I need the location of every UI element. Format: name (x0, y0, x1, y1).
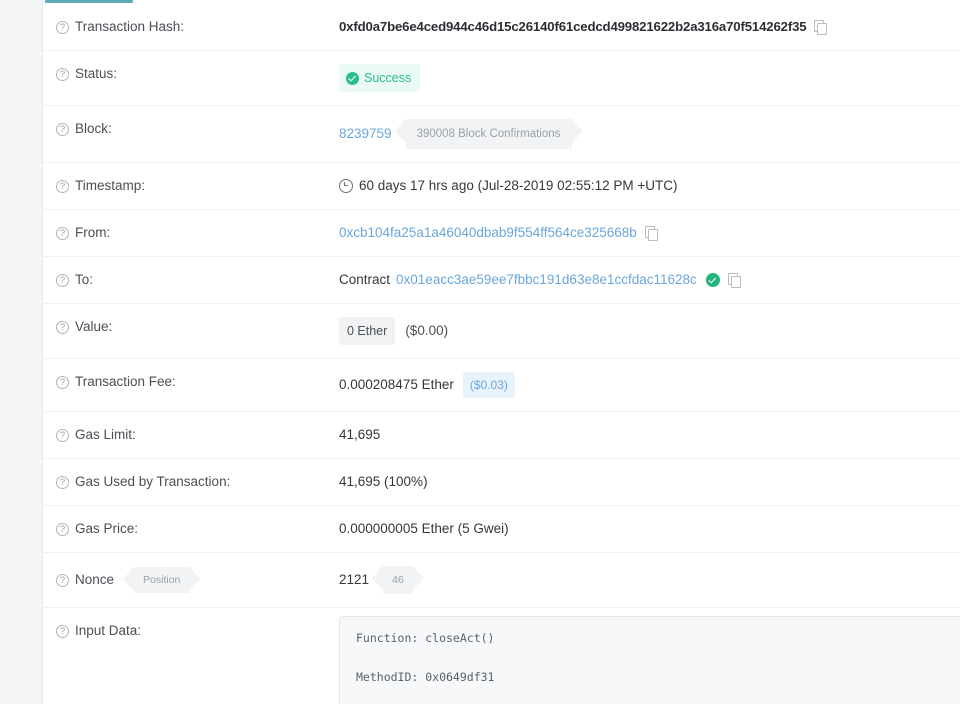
label-text: Nonce (75, 572, 115, 587)
contract-address-link[interactable]: 0x01eacc3ae59ee7fbbc191d63e8e1ccfdac1162… (396, 270, 697, 290)
label-text: Gas Used by Transaction: (75, 474, 231, 489)
value-block: 8239759 390008 Block Confirmations (339, 106, 960, 162)
value-transaction-hash: 0xfd0a7be6e4ced944c46d15c26140f61cedcd49… (339, 4, 960, 50)
label-transaction-hash: ? Transaction Hash: (43, 4, 339, 50)
label-status: ? Status: (43, 51, 339, 97)
ether-amount-badge: 0 Ether (339, 317, 396, 345)
label-text: Gas Limit: (75, 427, 136, 442)
label-block: ? Block: (43, 106, 339, 152)
label-gas-used: ? Gas Used by Transaction: (43, 459, 339, 505)
label-gas-price: ? Gas Price: (43, 506, 339, 552)
row-gas-limit: ? Gas Limit: 41,695 (43, 412, 960, 459)
transaction-details-card: ? Transaction Hash: 0xfd0a7be6e4ced944c4… (42, 0, 960, 704)
value-timestamp: 60 days 17 hrs ago (Jul-28-2019 02:55:12… (339, 163, 960, 209)
fee-amount-text: 0.000208475 Ether (339, 377, 454, 392)
transaction-hash-value: 0xfd0a7be6e4ced944c46d15c26140f61cedcd49… (339, 19, 807, 34)
position-label-badge: Position (122, 567, 201, 593)
contract-label: Contract (339, 272, 391, 287)
row-transaction-fee: ? Transaction Fee: 0.000208475 Ether ($0… (43, 359, 960, 412)
label-from: ? From: (43, 210, 339, 256)
value-amount: 0 Ether ($0.00) (339, 304, 960, 358)
help-icon[interactable]: ? (56, 226, 69, 240)
help-icon[interactable]: ? (56, 67, 69, 81)
input-data-function-line: Function: closeAct() (356, 631, 495, 645)
usd-value-text: ($0.00) (405, 323, 449, 338)
input-data-methodid-line: MethodID: 0x0649df31 (356, 670, 495, 684)
help-icon[interactable]: ? (56, 522, 69, 536)
label-text: Block: (75, 121, 112, 136)
label-value: ? Value: (43, 304, 339, 350)
row-to: ? To: Contract 0x01eacc3ae59ee7fbbc191d6… (43, 257, 960, 304)
copy-icon[interactable] (644, 226, 658, 241)
value-from: 0xcb104fa25a1a46040dbab9f554ff564ce32566… (339, 210, 960, 256)
block-number-link[interactable]: 8239759 (339, 124, 392, 144)
label-text: To: (75, 272, 94, 287)
nonce-value-text: 2121 (339, 572, 370, 587)
help-icon[interactable]: ? (56, 320, 69, 334)
row-input-data: ? Input Data: Function: closeAct() Metho… (43, 608, 960, 704)
label-to: ? To: (43, 257, 339, 303)
label-text: From: (75, 225, 111, 240)
input-data-spacer (356, 645, 946, 670)
help-icon[interactable]: ? (56, 573, 69, 587)
from-address-link[interactable]: 0xcb104fa25a1a46040dbab9f554ff564ce32566… (339, 223, 637, 243)
value-gas-used: 41,695 (100%) (339, 474, 428, 489)
timestamp-text: 60 days 17 hrs ago (Jul-28-2019 02:55:12… (359, 178, 678, 193)
details-row-list: ? Transaction Hash: 0xfd0a7be6e4ced944c4… (43, 4, 960, 704)
copy-icon[interactable] (814, 20, 828, 35)
label-text: Input Data: (75, 623, 142, 638)
label-timestamp: ? Timestamp: (43, 163, 339, 209)
value-gas-price: 0.000000005 Ether (5 Gwei) (339, 521, 509, 536)
label-text: Transaction Hash: (75, 19, 185, 34)
label-text: Transaction Fee: (75, 374, 176, 389)
row-nonce: ? Nonce Position 2121 46 (43, 553, 960, 608)
value-to: Contract 0x01eacc3ae59ee7fbbc191d63e8e1c… (339, 257, 960, 303)
verified-contract-icon (705, 273, 720, 287)
input-data-textarea[interactable]: Function: closeAct() MethodID: 0x0649df3… (339, 616, 960, 704)
help-icon[interactable]: ? (56, 20, 69, 34)
help-icon[interactable]: ? (56, 375, 69, 389)
label-gas-limit: ? Gas Limit: (43, 412, 339, 458)
value-status: Success (339, 51, 960, 105)
help-icon[interactable]: ? (56, 428, 69, 442)
position-value-badge: 46 (372, 566, 424, 594)
row-transaction-hash: ? Transaction Hash: 0xfd0a7be6e4ced944c4… (43, 4, 960, 51)
row-gas-price: ? Gas Price: 0.000000005 Ether (5 Gwei) (43, 506, 960, 553)
help-icon[interactable]: ? (56, 122, 69, 136)
value-input-data: Function: closeAct() MethodID: 0x0649df3… (339, 608, 960, 704)
value-transaction-fee: 0.000208475 Ether ($0.03) (339, 359, 960, 411)
check-circle-icon (346, 71, 359, 85)
row-from: ? From: 0xcb104fa25a1a46040dbab9f554ff56… (43, 210, 960, 257)
row-value: ? Value: 0 Ether ($0.00) (43, 304, 960, 359)
help-icon[interactable]: ? (56, 624, 69, 638)
label-text: Status: (75, 66, 118, 81)
help-icon[interactable]: ? (56, 179, 69, 193)
value-gas-limit: 41,695 (339, 427, 381, 442)
label-nonce: ? Nonce Position (43, 553, 339, 607)
label-text: Value: (75, 319, 113, 334)
row-gas-used: ? Gas Used by Transaction: 41,695 (100%) (43, 459, 960, 506)
row-status: ? Status: Success (43, 51, 960, 106)
label-transaction-fee: ? Transaction Fee: (43, 359, 339, 405)
transaction-details-page: ? Transaction Hash: 0xfd0a7be6e4ced944c4… (0, 0, 960, 704)
status-text: Success (364, 71, 412, 85)
copy-icon[interactable] (727, 273, 741, 288)
help-icon[interactable]: ? (56, 273, 69, 287)
label-text: Gas Price: (75, 521, 139, 536)
clock-icon (339, 179, 353, 193)
label-input-data: ? Input Data: (43, 608, 339, 654)
row-timestamp: ? Timestamp: 60 days 17 hrs ago (Jul-28-… (43, 163, 960, 210)
active-tab-indicator[interactable] (45, 0, 133, 3)
value-nonce: 2121 46 (339, 553, 960, 607)
help-icon[interactable]: ? (56, 475, 69, 489)
fee-usd-badge: ($0.03) (462, 372, 515, 398)
status-badge: Success (339, 64, 421, 92)
block-confirmations-badge: 390008 Block Confirmations (394, 119, 584, 149)
label-text: Timestamp: (75, 178, 146, 193)
row-block: ? Block: 8239759 390008 Block Confirmati… (43, 106, 960, 163)
